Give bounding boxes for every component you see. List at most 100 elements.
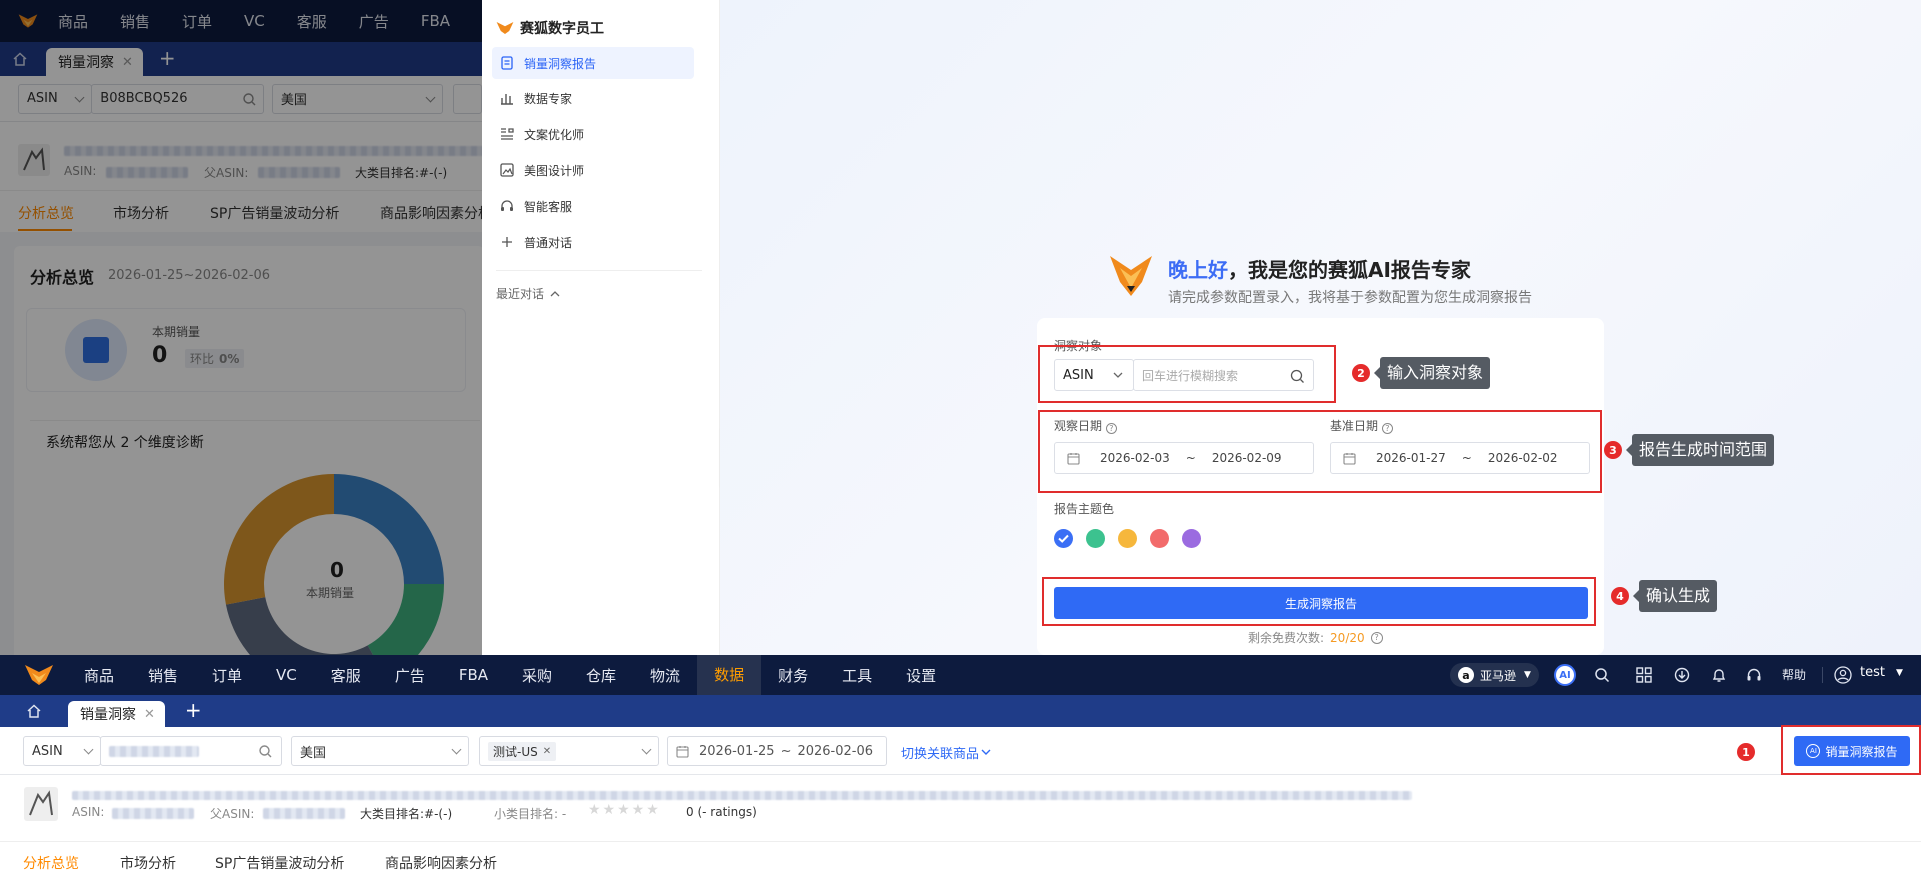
annotation-box-dates	[1038, 410, 1602, 493]
close-icon[interactable]: ✕	[543, 746, 551, 757]
panel-item-service[interactable]: 智能客服	[492, 190, 694, 222]
subtab-overview[interactable]: 分析总览	[23, 853, 79, 873]
tab-sales-insight[interactable]: 销量洞察 ✕	[68, 701, 165, 727]
home-icon[interactable]	[14, 695, 54, 727]
search-icon[interactable]	[1594, 667, 1610, 683]
asin-label: ASIN:	[64, 164, 97, 178]
background-app: 商品 销售 订单 VC 客服 广告 FBA 销量洞察 ✕ + ASIN B08BC…	[0, 0, 482, 655]
asin-search-input[interactable]: B08BCBQ526	[91, 83, 264, 114]
subtab-sp-ads[interactable]: SP广告销量波动分析	[210, 203, 339, 223]
sales-insight-report-button[interactable]: AI 销量洞察报告	[1794, 736, 1910, 766]
panel-item-chat[interactable]: 普通对话	[492, 226, 694, 258]
asin-type-select[interactable]: ASIN	[23, 736, 101, 766]
panel-item-label: 美图设计师	[524, 163, 585, 178]
theme-color-option[interactable]	[1150, 529, 1169, 548]
nav-item-service[interactable]: 客服	[331, 665, 361, 686]
recent-toggle[interactable]: 最近对话	[496, 285, 560, 302]
nav-item-goods[interactable]: 商品	[84, 665, 114, 686]
close-icon[interactable]: ✕	[144, 707, 155, 722]
nav-item-fba[interactable]: FBA	[421, 12, 450, 30]
tab-label: 销量洞察	[58, 55, 114, 71]
nav-item-finance[interactable]: 财务	[778, 665, 808, 686]
subtabs-bg: 分析总览 市场分析 SP广告销量波动分析 商品影响因素分析	[0, 190, 482, 232]
user-name[interactable]: test	[1860, 665, 1885, 680]
shop-select[interactable]: 测试-US ✕	[479, 736, 659, 766]
nav-item-vc[interactable]: VC	[276, 666, 297, 684]
nav-item-orders[interactable]: 订单	[182, 11, 212, 32]
subtab-market[interactable]: 市场分析	[120, 853, 176, 873]
nav-item-logistics[interactable]: 物流	[650, 665, 680, 686]
overview-card: 分析总览 2026-01-25~2026-02-06 本期销量 0 环比 0% 系…	[14, 246, 482, 655]
user-avatar-icon[interactable]	[1834, 666, 1852, 684]
subtab-factors[interactable]: 商品影响因素分析	[380, 203, 482, 223]
annotation-tip-4: 确认生成	[1632, 580, 1718, 612]
nav-item-sales[interactable]: 销售	[120, 11, 150, 32]
nav-item-ads[interactable]: 广告	[359, 11, 389, 32]
filter-bar-bg: ASIN B08BCBQ526 美国	[0, 76, 482, 122]
product-image	[18, 144, 50, 176]
logo-icon	[18, 14, 38, 28]
panel-item-sales-report[interactable]: 销量洞察报告	[492, 47, 694, 79]
country-select[interactable]: 美国	[271, 83, 443, 114]
subtab-sp-ads[interactable]: SP广告销量波动分析	[215, 853, 344, 873]
store-switcher[interactable]: a 亚马逊 ▼	[1450, 663, 1539, 687]
annotation-box-generate	[1042, 577, 1596, 626]
panel-item-designer[interactable]: 美图设计师	[492, 154, 694, 186]
nav-item-vc[interactable]: VC	[244, 12, 265, 30]
ai-assistant-icon[interactable]: AI	[1554, 664, 1576, 686]
download-icon[interactable]	[1674, 667, 1690, 683]
parent-asin-label: 父ASIN:	[210, 807, 255, 821]
donut-segment	[225, 597, 374, 655]
panel-item-data-expert[interactable]: 数据专家	[492, 82, 694, 114]
theme-color-option[interactable]	[1182, 529, 1201, 548]
add-tab-icon[interactable]: +	[185, 695, 202, 727]
shop-select[interactable]	[452, 83, 482, 114]
subtab-factors[interactable]: 商品影响因素分析	[385, 853, 497, 873]
add-tab-icon[interactable]: +	[159, 42, 176, 76]
theme-color-option[interactable]	[1086, 529, 1105, 548]
plus-icon	[500, 235, 514, 249]
headset-icon[interactable]	[1746, 667, 1762, 683]
asin-blurred	[106, 167, 188, 178]
nav-item-service[interactable]: 客服	[297, 11, 327, 32]
nav-item-ads[interactable]: 广告	[395, 665, 425, 686]
bell-icon[interactable]	[1711, 667, 1727, 683]
headset-icon	[500, 199, 514, 213]
nav-item-goods[interactable]: 商品	[58, 11, 88, 32]
asin-search-input[interactable]	[100, 736, 282, 766]
asin-type-select[interactable]: ASIN	[18, 83, 93, 114]
sales-metric-card: 本期销量 0 环比 0%	[26, 308, 466, 392]
greeting-intro: ，我是您的赛狐AI报告专家	[1228, 258, 1471, 282]
diagnosis-title: 系统帮您从 2 个维度诊断	[46, 435, 204, 451]
subtab-market[interactable]: 市场分析	[113, 203, 169, 223]
nav-item-purchase[interactable]: 采购	[522, 665, 552, 686]
apps-grid-icon[interactable]	[1636, 667, 1652, 683]
home-icon[interactable]	[0, 42, 40, 76]
theme-color-option[interactable]	[1118, 529, 1137, 548]
nav-item-orders[interactable]: 订单	[212, 665, 242, 686]
nav-item-data[interactable]: 数据	[697, 655, 762, 695]
switch-related-link[interactable]: 切换关联商品	[901, 743, 991, 762]
free-value: 20/20	[1330, 630, 1365, 645]
panel-item-copywriter[interactable]: 文案优化师	[492, 118, 694, 150]
parent-asin-blurred	[263, 808, 345, 819]
subtab-overview[interactable]: 分析总览	[18, 203, 74, 223]
date-range-picker[interactable]: 2026-01-25 ~ 2026-02-06	[667, 736, 887, 766]
help-icon: ?	[1370, 631, 1383, 644]
nav-item-warehouse[interactable]: 仓库	[586, 665, 616, 686]
tab-sales-insight[interactable]: 销量洞察 ✕	[46, 48, 143, 76]
nav-item-fba[interactable]: FBA	[459, 666, 488, 684]
date-end: 2026-02-06	[797, 743, 874, 759]
theme-color-option[interactable]	[1054, 529, 1073, 548]
product-header: ASIN: 父ASIN: 大类目排名:#-(-) 小类目排名: - ★★★★★ …	[0, 775, 1921, 842]
panel-item-label: 智能客服	[524, 199, 573, 214]
caret-down-icon: ▼	[1524, 670, 1531, 680]
country-select[interactable]: 美国	[291, 736, 469, 766]
close-icon[interactable]: ✕	[122, 55, 133, 70]
caret-down-icon[interactable]: ▼	[1896, 668, 1903, 678]
nav-item-sales[interactable]: 销售	[148, 665, 178, 686]
nav-item-settings[interactable]: 设置	[906, 665, 936, 686]
country-value: 美国	[300, 745, 327, 761]
help-link[interactable]: 帮助	[1782, 666, 1806, 683]
nav-item-tools[interactable]: 工具	[842, 665, 872, 686]
